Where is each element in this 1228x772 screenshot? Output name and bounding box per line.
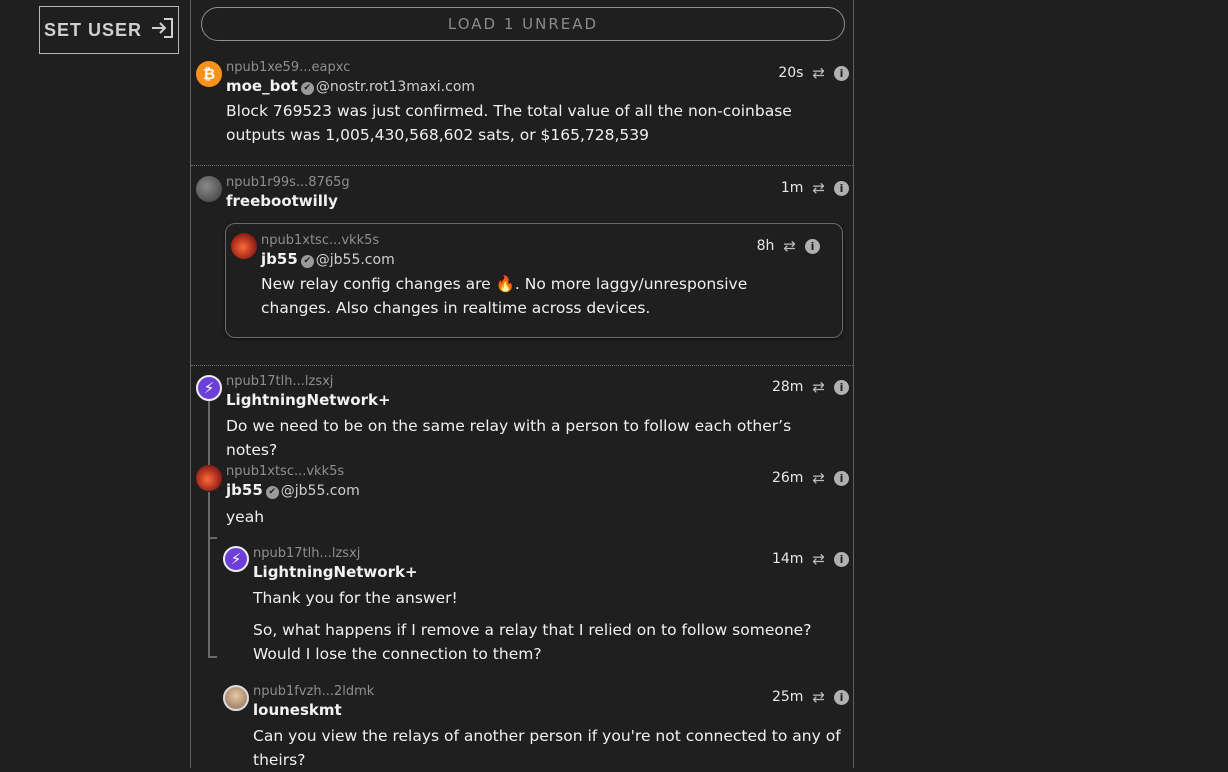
note-author[interactable]: louneskmt xyxy=(253,701,342,719)
thread-line xyxy=(208,400,210,465)
note-content: yeah xyxy=(226,508,265,526)
info-icon[interactable]: i xyxy=(834,551,849,567)
lightning-avatar[interactable]: ⚡ xyxy=(196,375,222,401)
author-name: LightningNetwork+ xyxy=(226,391,391,409)
repost-icon[interactable]: ⇄ xyxy=(812,469,825,487)
note-meta: 28m ⇄ i xyxy=(772,378,849,396)
repost-icon[interactable]: ⇄ xyxy=(812,64,825,82)
note-time: 28m xyxy=(771,379,804,395)
note-time: 26m xyxy=(771,470,804,486)
user-avatar[interactable] xyxy=(196,176,222,202)
note-content: Thank you for the answer! xyxy=(253,589,458,607)
note-meta: 25m ⇄ i xyxy=(772,688,849,706)
load-unread-label: LOAD 1 UNREAD xyxy=(447,15,599,33)
quoted-note[interactable]: npub1xtsc...vkk5s jb55 ✔ @jb55.com 8h ⇄ i … xyxy=(225,223,843,338)
note-npub: npub1xtsc...vkk5s xyxy=(261,233,380,248)
note-author[interactable]: freebootwilly xyxy=(226,192,338,210)
info-icon[interactable]: i xyxy=(834,470,849,486)
set-user-button[interactable]: SET USER xyxy=(39,6,179,54)
note-content: New relay config changes are 🔥. No more … xyxy=(261,275,748,317)
info-icon[interactable]: i xyxy=(834,180,849,196)
info-icon[interactable]: i xyxy=(805,238,820,254)
note-time: 25m xyxy=(771,689,804,705)
repost-icon[interactable]: ⇄ xyxy=(812,550,825,568)
note-author[interactable]: jb55 ✔ @jb55.com xyxy=(261,250,395,268)
note-time: 20s xyxy=(778,65,804,81)
verified-icon: ✔ xyxy=(300,82,314,95)
author-name: jb55 xyxy=(226,481,263,499)
note-content: So, what happens if I remove a relay tha… xyxy=(253,621,812,663)
load-unread-button[interactable]: LOAD 1 UNREAD xyxy=(201,7,845,41)
author-nip05: @nostr.rot13maxi.com xyxy=(315,79,476,95)
thread-line xyxy=(208,656,217,658)
note-npub: npub17tlh...lzsxj xyxy=(253,546,361,561)
author-name: moe_bot xyxy=(226,77,298,95)
note-content: Do we need to be on the same relay with … xyxy=(226,417,792,459)
author-name: jb55 xyxy=(261,250,298,268)
repost-icon[interactable]: ⇄ xyxy=(812,179,825,197)
info-icon[interactable]: i xyxy=(834,689,849,705)
author-name: LightningNetwork+ xyxy=(253,563,418,581)
note-meta: 20s ⇄ i xyxy=(778,64,849,82)
notes-feed: LOAD 1 UNREAD ₿ npub1xe59...eapxc moe_bo… xyxy=(190,0,854,769)
note-meta: 1m ⇄ i xyxy=(781,179,849,197)
repost-icon[interactable]: ⇄ xyxy=(783,237,796,255)
note-content: Can you view the relays of another perso… xyxy=(253,727,841,769)
repost-icon[interactable]: ⇄ xyxy=(812,688,825,706)
lightning-avatar[interactable]: ⚡ xyxy=(223,546,249,572)
login-icon xyxy=(150,17,174,44)
bitcoin-avatar[interactable]: ₿ xyxy=(196,61,222,87)
note-time: 8h xyxy=(756,238,775,254)
note-npub: npub17tlh...lzsxj xyxy=(226,374,334,389)
note-author[interactable]: jb55 ✔ @jb55.com xyxy=(226,481,360,499)
user-avatar[interactable] xyxy=(231,233,257,259)
set-user-label: SET USER xyxy=(43,19,143,40)
note-meta: 26m ⇄ i xyxy=(772,469,849,487)
note-npub: npub1r99s...8765g xyxy=(226,175,350,190)
verified-icon: ✔ xyxy=(265,486,279,499)
repost-icon[interactable]: ⇄ xyxy=(812,378,825,396)
note-author[interactable]: LightningNetwork+ xyxy=(226,391,391,409)
author-name: freebootwilly xyxy=(226,192,338,210)
user-avatar[interactable] xyxy=(196,465,222,491)
info-icon[interactable]: i xyxy=(834,65,849,81)
note-author[interactable]: LightningNetwork+ xyxy=(253,563,418,581)
author-name: louneskmt xyxy=(253,701,342,719)
note-divider xyxy=(191,165,853,166)
note-time: 1m xyxy=(780,180,804,196)
note-meta: 8h ⇄ i xyxy=(757,237,820,255)
note-npub: npub1xe59...eapxc xyxy=(226,60,351,75)
note-npub: npub1fvzh...2ldmk xyxy=(253,684,375,699)
info-icon[interactable]: i xyxy=(834,379,849,395)
verified-icon: ✔ xyxy=(300,255,314,268)
author-nip05: @jb55.com xyxy=(315,252,395,268)
user-avatar[interactable] xyxy=(223,685,249,711)
thread-line xyxy=(208,492,210,658)
note-content: Block 769523 was just confirmed. The tot… xyxy=(226,102,792,144)
author-nip05: @jb55.com xyxy=(280,483,360,499)
note-time: 14m xyxy=(771,551,804,567)
thread-line xyxy=(208,537,217,539)
note-divider xyxy=(191,365,853,366)
note-npub: npub1xtsc...vkk5s xyxy=(226,464,345,479)
note-author[interactable]: moe_bot ✔ @nostr.rot13maxi.com xyxy=(226,77,475,95)
note-meta: 14m ⇄ i xyxy=(772,550,849,568)
